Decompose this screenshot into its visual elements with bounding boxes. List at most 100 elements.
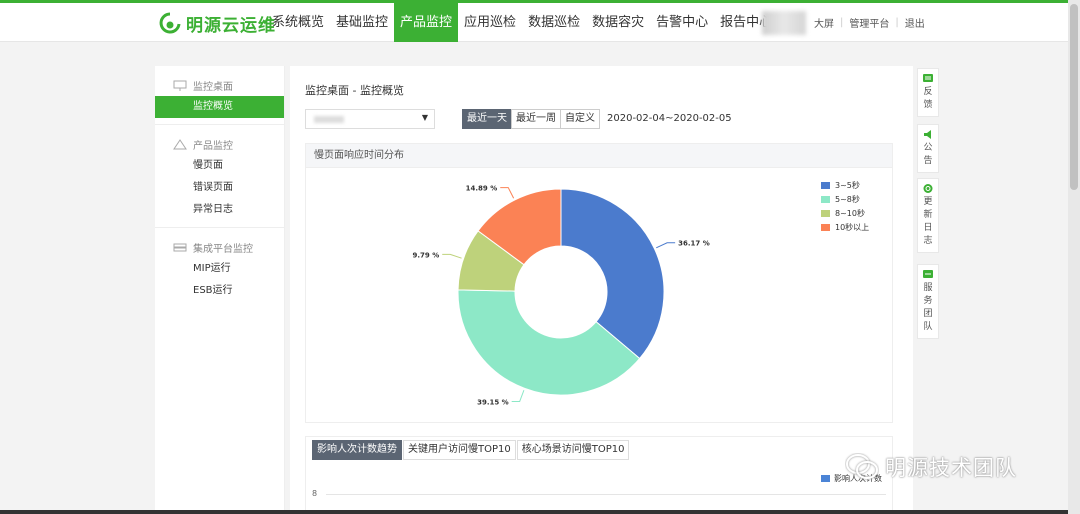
top-link[interactable]: 大屏 [814, 15, 834, 30]
sidebar-item[interactable]: 错误页面 [155, 177, 284, 199]
legend-swatch [821, 181, 830, 189]
nav-item[interactable]: 数据容灾 [586, 3, 650, 42]
sidebar-group-label: 产品监控 [193, 140, 233, 152]
right-tool-char: 告 [923, 156, 933, 166]
response-time-panel: 慢页面响应时间分布 36.17 % 39.15 % 9.79 % 14.89 % 3~… [305, 143, 893, 423]
right-tool-char: 队 [923, 322, 933, 332]
sidebar-divider [155, 124, 284, 125]
legend-item[interactable]: 8~10秒 [821, 206, 869, 220]
legend-label: 3~5秒 [835, 180, 860, 190]
slice-label: 9.79 % [412, 251, 439, 259]
nav-item[interactable]: 应用巡检 [458, 3, 522, 42]
link-separator: | [895, 17, 899, 28]
sidebar: 监控桌面监控概览产品监控慢页面 错误页面 异常日志集成平台监控 MIP运行 ESB运行 [155, 66, 285, 514]
breadcrumb: 监控桌面 - 监控概览 [305, 84, 404, 97]
sidebar-item[interactable]: ESB运行 [155, 280, 284, 302]
legend-swatch [821, 223, 830, 231]
slice-label: 14.89 % [466, 185, 498, 193]
right-tool-char: 新 [923, 210, 933, 220]
sidebar-group-header: 监控桌面 [155, 74, 284, 96]
trend-tab[interactable]: 关键用户访问慢TOP10 [403, 440, 516, 460]
wechat-icon [846, 454, 878, 479]
blurred-user-info [762, 11, 806, 35]
cloud-logo-icon [159, 12, 181, 34]
y-tick-label: 8 [312, 489, 318, 498]
watermark: 明源技术团队 [845, 452, 1017, 482]
bottom-edge [0, 510, 1068, 514]
nav-item[interactable]: 告警中心 [650, 3, 714, 42]
right-tool-feedback[interactable]: 反馈 [917, 68, 939, 117]
nav-item[interactable]: 产品监控 [394, 3, 459, 42]
right-tool-char: 更 [923, 197, 933, 207]
right-tool-char: 团 [923, 309, 933, 319]
panel-title: 慢页面响应时间分布 [306, 144, 892, 168]
range-button[interactable]: 自定义 [560, 109, 600, 129]
legend-label: 8~10秒 [835, 208, 865, 218]
legend-item[interactable]: 5~8秒 [821, 192, 869, 206]
feedback-icon [923, 74, 933, 82]
sidebar-group-label: 集成平台监控 [193, 243, 253, 255]
legend-swatch [821, 209, 830, 217]
grid-line [326, 494, 886, 495]
top-link[interactable]: 退出 [905, 15, 925, 30]
sidebar-divider [155, 227, 284, 228]
nav-item[interactable]: 系统概览 [266, 3, 330, 42]
donut-slice[interactable] [560, 188, 665, 360]
trend-tab[interactable]: 影响人次计数趋势 [312, 440, 402, 460]
slice-label-line [442, 253, 462, 259]
legend-label: 10秒以上 [835, 222, 870, 232]
slice-label-line [511, 390, 525, 402]
legend-swatch [821, 475, 830, 482]
watermark-text: 明源技术团队 [885, 456, 1017, 480]
date-range-text: 2020-02-04~2020-02-05 [607, 113, 732, 124]
right-tool-char: 服 [923, 283, 933, 293]
legend-label: 5~8秒 [835, 194, 860, 204]
sidebar-item[interactable]: 慢页面 [155, 155, 284, 177]
vertical-scrollbar[interactable] [1068, 0, 1080, 514]
main-content: 监控桌面 - 监控概览 ▼ 最近一天 最近一周 自定义 2020-02-04~202… [290, 66, 913, 514]
monitor-icon [173, 80, 187, 91]
slice-label-line [656, 242, 676, 249]
range-button[interactable]: 最近一天 [462, 109, 512, 129]
sidebar-item[interactable]: MIP运行 [155, 258, 284, 280]
main-nav: 系统概览 基础监控 产品监控 应用巡检 数据巡检 数据容灾 告警中心 报告中心 [266, 3, 778, 42]
triangle-nodes-icon [173, 138, 187, 149]
slice-label-line [500, 187, 515, 199]
project-select[interactable]: ▼ [305, 109, 435, 129]
nav-item[interactable]: 数据巡检 [522, 3, 586, 42]
sidebar-group-label: 监控桌面 [193, 81, 233, 93]
sidebar-item[interactable]: 监控概览 [155, 96, 284, 118]
right-tool-char: 馈 [923, 100, 933, 110]
range-button-group: 最近一天 最近一周 自定义 [462, 109, 600, 129]
right-tool-char: 务 [923, 296, 933, 306]
slice-label: 36.17 % [678, 240, 710, 248]
right-tool-team[interactable]: 服务团队 [917, 264, 939, 339]
slice-label: 39.15 % [477, 398, 509, 406]
link-separator: | [840, 17, 844, 28]
right-tool-char: 志 [923, 236, 933, 246]
scrollbar-thumb[interactable] [1070, 4, 1078, 190]
server-icon [173, 243, 187, 251]
chart-legend: 3~5秒 5~8秒 8~10秒 10秒以上 [821, 178, 869, 234]
blurred-select-value [314, 116, 344, 123]
refresh-icon [923, 184, 933, 193]
trend-tab[interactable]: 核心场景访问慢TOP10 [516, 440, 630, 460]
donut-chart: 36.17 % 39.15 % 9.79 % 14.89 % [412, 185, 710, 407]
logo[interactable]: 明源云运维 [158, 11, 276, 36]
range-button[interactable]: 最近一周 [511, 109, 561, 129]
right-tool-char: 公 [923, 143, 933, 153]
right-tool-char: 反 [923, 87, 933, 97]
legend-item[interactable]: 3~5秒 [821, 178, 869, 192]
sidebar-item[interactable]: 异常日志 [155, 199, 284, 221]
right-tool-refresh[interactable]: 更新日志 [917, 178, 939, 253]
nav-item[interactable]: 基础监控 [330, 3, 394, 42]
trend-panel: 影响人次计数趋势 关键用户访问慢TOP10 核心场景访问慢TOP10 影响人次计数 … [305, 436, 893, 514]
legend-swatch [821, 195, 830, 203]
right-tool-char: 日 [923, 223, 933, 233]
top-right-links: 大屏 | 管理平台 | 退出 [810, 3, 929, 42]
legend-item[interactable]: 10秒以上 [821, 220, 869, 234]
top-link[interactable]: 管理平台 [849, 15, 889, 30]
right-tool-speaker[interactable]: 公告 [917, 124, 939, 173]
trend-tabs: 影响人次计数趋势 关键用户访问慢TOP10 核心场景访问慢TOP10 [312, 440, 630, 460]
chevron-down-icon: ▼ [421, 113, 428, 122]
